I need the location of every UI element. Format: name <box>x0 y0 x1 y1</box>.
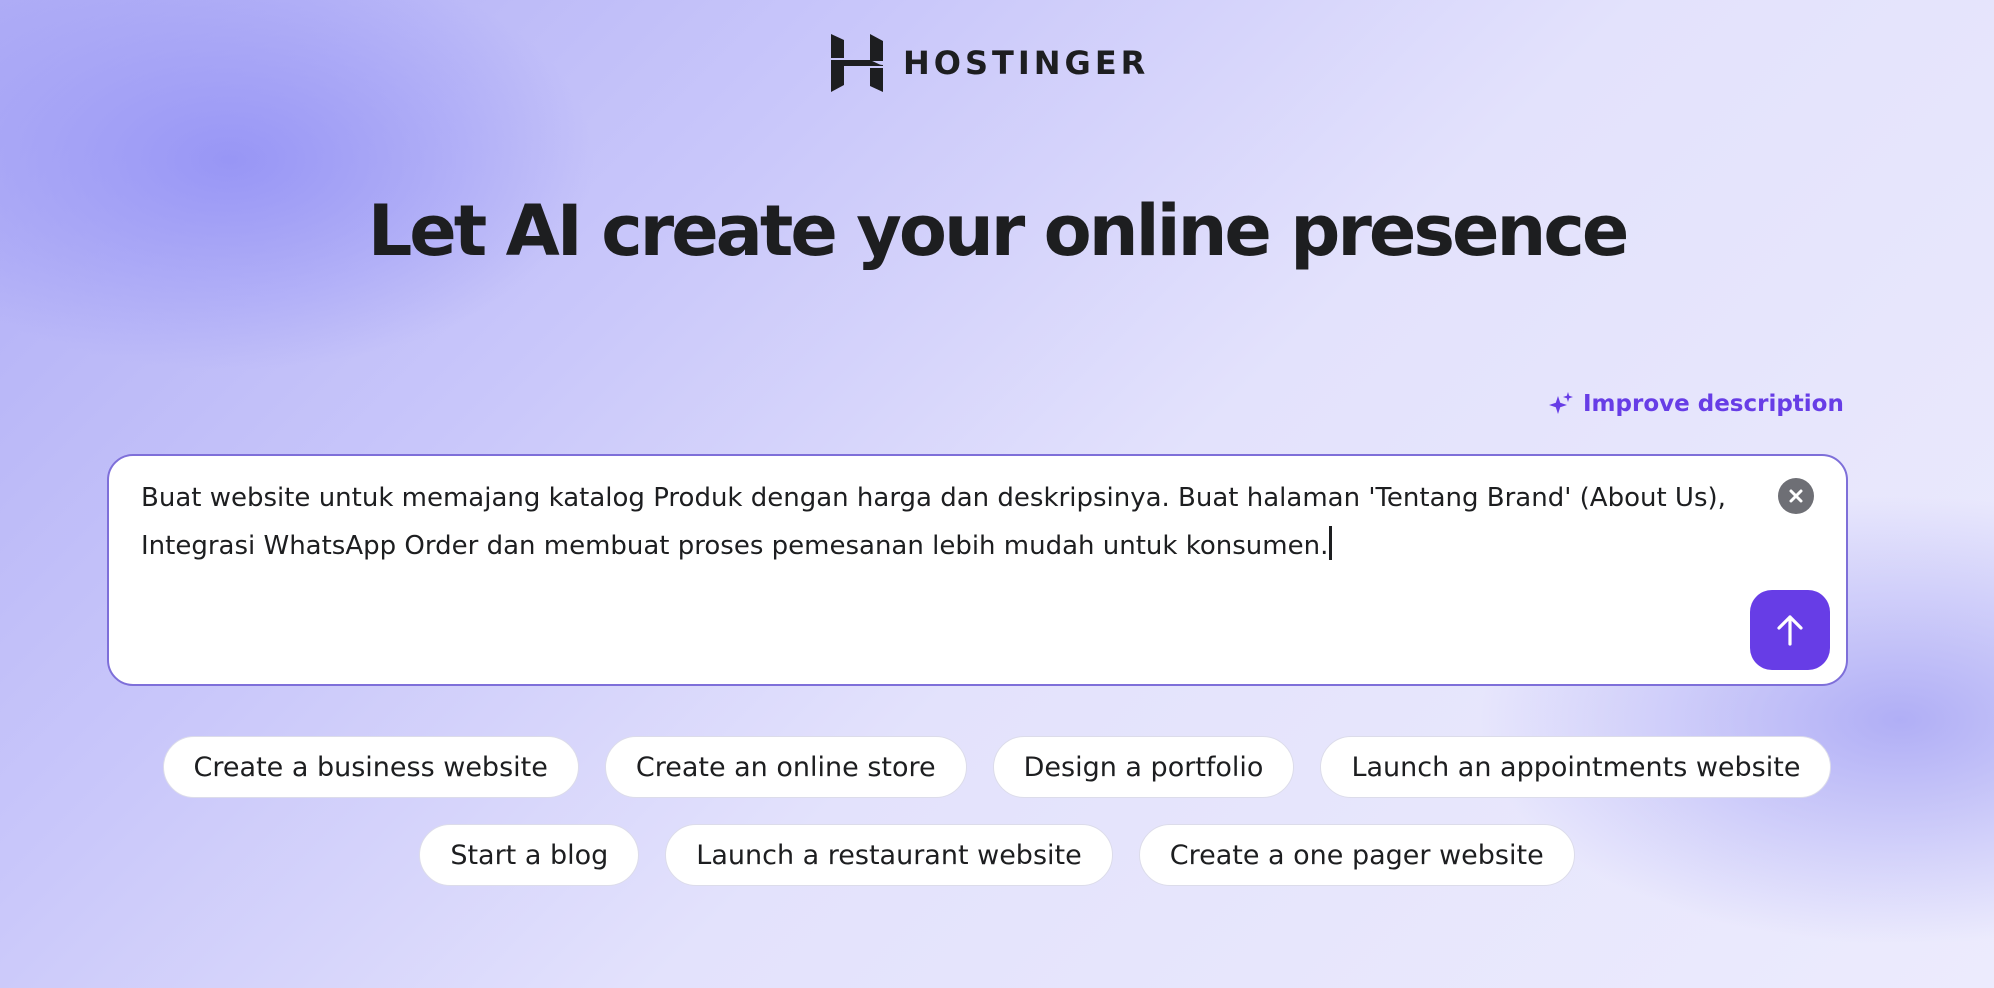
improve-description-button[interactable]: Improve description <box>1547 390 1844 418</box>
clear-button[interactable] <box>1778 478 1814 514</box>
suggestion-chip-appointments-website[interactable]: Launch an appointments website <box>1320 736 1832 798</box>
prompt-line-1: Buat website untuk memajang katalog Prod… <box>141 483 1726 513</box>
suggestion-row-2: Start a blog Launch a restaurant website… <box>0 824 1994 886</box>
hostinger-h-logo-icon <box>831 34 883 92</box>
suggestion-chip-online-store[interactable]: Create an online store <box>604 736 967 798</box>
page-title: Let AI create your online presence <box>367 190 1630 272</box>
brand-name: HOSTINGER <box>903 44 1150 82</box>
sparkles-icon <box>1549 392 1573 414</box>
suggestion-chip-portfolio[interactable]: Design a portfolio <box>992 736 1295 798</box>
hostinger-logo[interactable]: HOSTINGER <box>831 34 1149 92</box>
close-icon <box>1789 489 1803 503</box>
text-caret <box>1329 526 1333 560</box>
suggestion-chip-restaurant-website[interactable]: Launch a restaurant website <box>665 824 1113 886</box>
prompt-line-2-text: Integrasi WhatsApp Order dan membuat pro… <box>141 531 1329 561</box>
suggestion-chip-business-website[interactable]: Create a business website <box>162 736 579 798</box>
prompt-line-2: Integrasi WhatsApp Order dan membuat pro… <box>141 522 1741 570</box>
prompt-text[interactable]: Buat website untuk memajang katalog Prod… <box>141 474 1741 570</box>
suggestion-chip-blog[interactable]: Start a blog <box>419 824 640 886</box>
prompt-textarea[interactable]: Buat website untuk memajang katalog Prod… <box>107 454 1848 686</box>
improve-description-label: Improve description <box>1583 391 1844 417</box>
suggestion-row-1: Create a business website Create an onli… <box>0 736 1994 798</box>
arrow-up-icon <box>1777 615 1803 646</box>
suggestion-chip-one-pager-website[interactable]: Create a one pager website <box>1138 824 1575 886</box>
submit-button[interactable] <box>1750 590 1830 670</box>
